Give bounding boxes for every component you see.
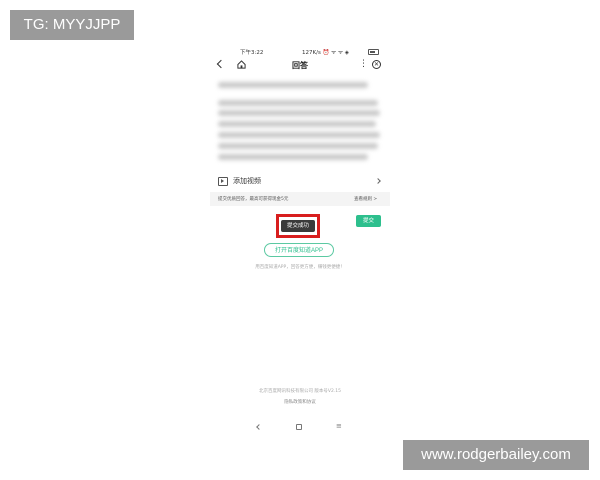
screenshot-page: TG: MYYJJPP 下午3:22 127K/s ⏰ ᯤ ᯤ ◈ 回答 ⋮ ✕ xyxy=(0,0,600,480)
status-indicators: 127K/s ⏰ ᯤ ᯤ ◈ xyxy=(302,50,349,56)
success-toast: 提交成功 xyxy=(281,220,315,232)
answer-text-blurred xyxy=(218,82,382,172)
add-video-row[interactable]: 添加视频 xyxy=(218,174,382,188)
app-tagline: 用百度知道APP，回答更方便，赚钱更便捷！ xyxy=(255,265,345,270)
add-video-label: 添加视频 xyxy=(233,177,261,185)
status-bar: 下午3:22 127K/s ⏰ ᯤ ᯤ ◈ xyxy=(210,44,390,58)
system-nav-bar: ≡ xyxy=(210,422,390,434)
more-options-icon[interactable]: ⋮ xyxy=(359,58,368,70)
open-app-button[interactable]: 打开百度知道APP xyxy=(264,243,334,257)
video-play-icon xyxy=(218,177,228,186)
blurred-line xyxy=(218,110,380,116)
close-icon[interactable]: ✕ xyxy=(372,60,381,69)
blurred-line xyxy=(218,154,368,160)
system-back-icon[interactable] xyxy=(256,424,262,430)
privacy-link[interactable]: 隐私政策和协议 xyxy=(210,399,390,405)
blurred-line xyxy=(218,100,378,106)
blurred-line xyxy=(218,132,380,138)
view-rules-link[interactable]: 查看规则 > xyxy=(354,196,377,202)
blurred-line xyxy=(218,121,376,127)
phone-screen: 下午3:22 127K/s ⏰ ᯤ ᯤ ◈ 回答 ⋮ ✕ 添加视频 提交优质回答… xyxy=(210,44,390,436)
footer-company: 北京百度网讯科技有限公司 版本号V2.15 xyxy=(258,389,342,394)
watermark-bottom-right: www.rodgerbailey.com xyxy=(403,440,589,470)
page-title: 回答 xyxy=(292,61,308,70)
reward-text: 提交优质回答，最高可获得现金5元 xyxy=(218,197,289,202)
submit-button[interactable]: 提交 xyxy=(356,215,381,227)
watermark-top-left: TG: MYYJJPP xyxy=(10,10,134,40)
blurred-line xyxy=(218,82,368,88)
system-home-icon[interactable] xyxy=(296,424,302,430)
battery-icon xyxy=(368,49,379,55)
home-icon[interactable] xyxy=(237,60,246,69)
top-nav-bar: 回答 ⋮ ✕ xyxy=(210,58,390,74)
system-menu-icon[interactable]: ≡ xyxy=(336,420,342,432)
chevron-right-icon xyxy=(375,178,381,184)
blurred-line xyxy=(218,143,378,149)
reward-info-bar: 提交优质回答，最高可获得现金5元 查看规则 > xyxy=(210,192,390,206)
status-time: 下午3:22 xyxy=(240,50,264,56)
back-arrow-icon[interactable] xyxy=(216,59,226,69)
